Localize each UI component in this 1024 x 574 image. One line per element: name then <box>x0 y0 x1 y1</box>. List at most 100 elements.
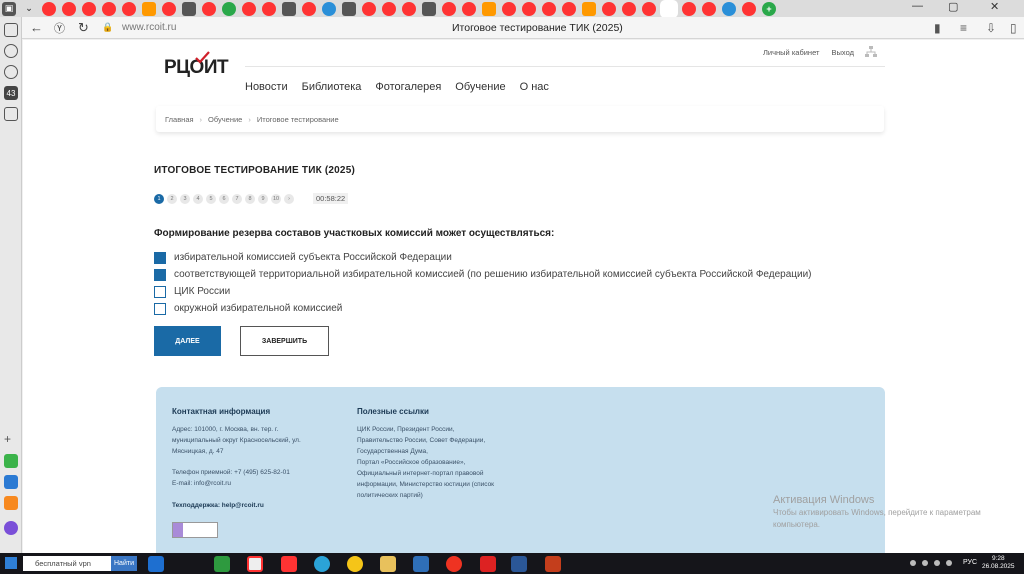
tab-icon[interactable] <box>262 1 276 16</box>
tab-icon[interactable] <box>362 1 376 16</box>
sidebar-toggle-icon[interactable]: ▯ <box>1010 21 1017 35</box>
url-text[interactable]: www.rcoit.ru <box>122 22 176 33</box>
tab-icon[interactable] <box>622 1 636 16</box>
nav-education[interactable]: Обучение <box>455 81 505 93</box>
answer-option[interactable]: окружной избирательной комиссией <box>154 300 812 317</box>
tray-icon[interactable] <box>922 560 928 566</box>
page-button-9[interactable]: 9 <box>258 193 268 204</box>
answer-label[interactable]: ЦИК России <box>174 286 230 297</box>
page-button-7[interactable]: 7 <box>232 193 242 204</box>
tab-icon[interactable] <box>102 1 116 16</box>
app-icon[interactable] <box>4 454 18 468</box>
footer-link-line[interactable]: Государственная Дума, <box>357 446 494 457</box>
answer-option[interactable]: соответствующей территориальной избирате… <box>154 266 812 283</box>
ok-icon[interactable] <box>4 496 18 510</box>
footer-link-line[interactable]: Официальный интернет-портал правовой <box>357 468 494 479</box>
breadcrumb-education[interactable]: Обучение <box>208 115 242 124</box>
tab-icon[interactable] <box>242 1 256 16</box>
tab-icon[interactable] <box>182 1 196 16</box>
page-button-6[interactable]: 6 <box>219 193 229 204</box>
back-icon[interactable]: ← <box>30 20 43 35</box>
next-button[interactable]: ДАЛЕЕ <box>154 326 221 356</box>
footer-link-line[interactable]: ЦИК России, Президент России, <box>357 424 494 435</box>
checkbox[interactable] <box>154 285 166 298</box>
history-icon[interactable] <box>4 44 18 58</box>
answer-label[interactable]: окружной избирательной комиссией <box>174 303 342 314</box>
tab-icon[interactable] <box>522 1 536 16</box>
bookmark-icon[interactable]: ▮ <box>934 21 941 35</box>
browser-menu-icon[interactable]: ▣ <box>2 1 16 16</box>
vk-icon[interactable] <box>4 475 18 489</box>
finish-button[interactable]: ЗАВЕРШИТЬ <box>240 326 329 356</box>
page-button-5[interactable]: 5 <box>206 193 216 204</box>
explorer-icon[interactable] <box>380 556 396 572</box>
tab-icon[interactable] <box>142 1 156 16</box>
page-button-10[interactable]: 10 <box>271 193 281 204</box>
breadcrumb-home[interactable]: Главная <box>165 115 194 124</box>
yandex-browser-icon[interactable] <box>247 556 263 572</box>
page-button-2[interactable]: 2 <box>167 193 177 204</box>
tab-icon[interactable] <box>302 1 316 16</box>
language-indicator[interactable]: РУС <box>963 559 977 566</box>
sitemap-icon[interactable] <box>865 46 877 58</box>
tab-icon[interactable] <box>542 1 556 16</box>
assistant-icon[interactable] <box>4 521 18 535</box>
tab-icon[interactable] <box>642 1 656 16</box>
tab-icon[interactable] <box>682 1 696 16</box>
tab-icon[interactable] <box>222 1 236 16</box>
tab-icon[interactable] <box>282 1 296 16</box>
screenshot-icon[interactable] <box>4 107 18 121</box>
footer-link-line[interactable]: информации, Министерство юстиции (список <box>357 479 494 490</box>
tab-icon[interactable] <box>742 1 756 16</box>
tab-icon[interactable] <box>702 1 716 16</box>
tabs-dropdown-icon[interactable]: ⌄ <box>22 2 36 16</box>
minimize-icon[interactable]: — <box>912 0 923 12</box>
tab-icon[interactable] <box>562 1 576 16</box>
tab-icon[interactable] <box>422 1 436 16</box>
tab-icon[interactable] <box>442 1 456 16</box>
footer-link-line[interactable]: Правительство России, Совет Федерации, <box>357 435 494 446</box>
start-icon[interactable] <box>5 557 17 569</box>
opera-icon[interactable] <box>446 556 462 572</box>
tab-icon[interactable] <box>62 1 76 16</box>
wps-icon[interactable] <box>480 556 496 572</box>
site-logo[interactable]: РЦОИТ <box>164 51 229 79</box>
nav-news[interactable]: Новости <box>245 81 288 93</box>
counter-badge-icon[interactable]: 43 <box>4 86 18 100</box>
checkbox[interactable] <box>154 302 166 315</box>
answer-option[interactable]: ЦИК России <box>154 283 812 300</box>
reload-icon[interactable]: ↻ <box>78 20 89 36</box>
extensions-icon[interactable]: ≡ <box>960 21 967 35</box>
page-button-3[interactable]: 3 <box>180 193 190 204</box>
page-button-4[interactable]: 4 <box>193 193 203 204</box>
tab-icon[interactable] <box>402 1 416 16</box>
taskbar-clock[interactable]: 9:28 26.08.2025 <box>982 555 1015 571</box>
ie-icon[interactable] <box>148 556 164 572</box>
add-panel-icon[interactable]: + <box>4 432 18 446</box>
answer-label[interactable]: соответствующей территориальной избирате… <box>174 269 812 280</box>
answer-option[interactable]: избирательной комиссией субъекта Российс… <box>154 249 812 266</box>
tab-icon[interactable] <box>162 1 176 16</box>
counter-badge[interactable] <box>172 522 218 538</box>
editor-icon[interactable] <box>413 556 429 572</box>
taskbar-search-input[interactable]: бесплатный vpn <box>23 556 113 571</box>
powerpoint-icon[interactable] <box>545 556 561 572</box>
store-icon[interactable] <box>214 556 230 572</box>
music-icon[interactable] <box>347 556 363 572</box>
word-icon[interactable] <box>511 556 527 572</box>
answer-label[interactable]: избирательной комиссией субъекта Российс… <box>174 252 452 263</box>
network-icon[interactable] <box>934 560 940 566</box>
new-tab-icon[interactable]: + <box>762 1 776 16</box>
tab-icon[interactable] <box>322 1 336 16</box>
nav-library[interactable]: Библиотека <box>302 81 362 93</box>
tab-icon[interactable] <box>342 1 356 16</box>
page-next-icon[interactable]: › <box>284 193 294 204</box>
close-window-icon[interactable]: ✕ <box>990 0 999 13</box>
tab-icon[interactable] <box>202 1 216 16</box>
volume-icon[interactable] <box>946 560 952 566</box>
tab-icon[interactable] <box>382 1 396 16</box>
taskbar-search-button[interactable]: Найти <box>111 556 137 571</box>
logout-link[interactable]: Выход <box>832 48 854 57</box>
tab-icon[interactable] <box>42 1 56 16</box>
account-link[interactable]: Личный кабинет <box>763 48 819 57</box>
